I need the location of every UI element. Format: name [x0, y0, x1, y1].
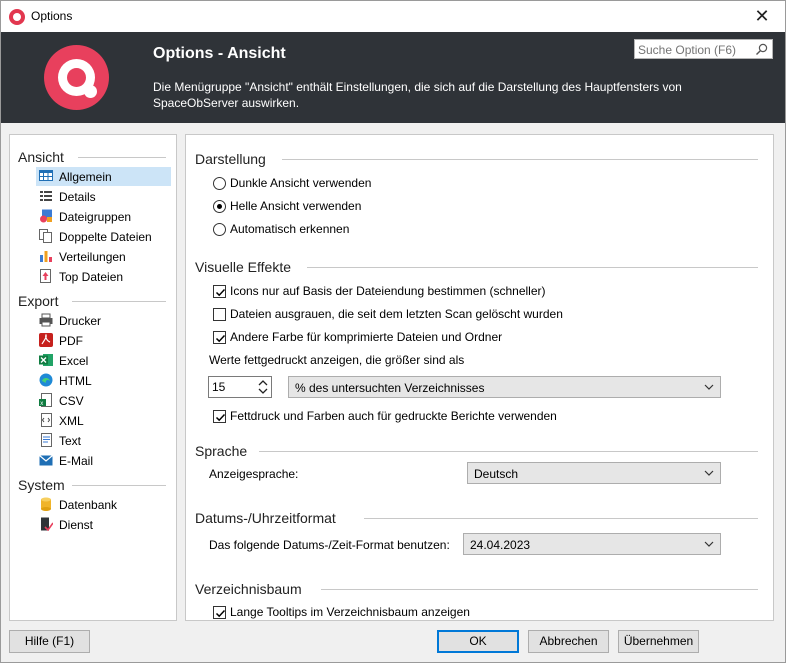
service-icon: [41, 517, 53, 531]
nav-item-xml[interactable]: XML: [36, 411, 171, 430]
date-format-label: Das folgende Datums-/Zeit-Format benutze…: [209, 538, 450, 552]
radio-button-selected[interactable]: [213, 200, 226, 213]
nav-item-details[interactable]: Details: [36, 187, 171, 206]
bold-threshold-spinner[interactable]: [208, 376, 272, 398]
nav-item-label: CSV: [59, 394, 84, 408]
csv-icon: x: [39, 393, 52, 407]
dropdown-value: % des untersuchten Verzeichnisses: [295, 381, 485, 395]
checkbox-checked[interactable]: [213, 285, 226, 298]
nav-item-e-mail[interactable]: E-Mail: [36, 451, 171, 470]
spinner-arrows-icon[interactable]: [257, 378, 269, 396]
close-button[interactable]: ✕: [739, 1, 785, 32]
nav-item-label: Doppelte Dateien: [59, 230, 152, 244]
page-title: Options - Ansicht: [153, 45, 286, 62]
nav-item-label: Excel: [59, 354, 89, 368]
nav-item-top-dateien[interactable]: Top Dateien: [36, 267, 171, 286]
nav-item-label: Verteilungen: [59, 250, 126, 264]
nav-item-label: PDF: [59, 334, 83, 348]
search-input[interactable]: [638, 42, 753, 57]
options-content-panel: Darstellung Dunkle Ansicht verwenden Hel…: [185, 134, 774, 621]
html-icon: [39, 373, 53, 387]
nav-item-label: XML: [59, 414, 84, 428]
nav-item-dienst[interactable]: Dienst: [36, 515, 171, 534]
search-icon[interactable]: [755, 43, 768, 56]
nav-item-label: Datenbank: [59, 498, 118, 512]
nav-item-label: Allgemein: [59, 170, 112, 184]
nav-item-doppelte-dateien[interactable]: Doppelte Dateien: [36, 227, 171, 246]
database-icon: [41, 497, 51, 511]
section-darstellung-title: Darstellung: [195, 151, 266, 167]
app-icon: [9, 9, 25, 25]
svg-text:x: x: [40, 401, 43, 407]
general-grid-icon: [39, 170, 53, 181]
cancel-button[interactable]: Abbrechen: [528, 630, 609, 653]
section-datum-title: Datums-/Uhrzeitformat: [195, 510, 336, 526]
language-label: Anzeigesprache:: [209, 467, 299, 481]
nav-item-label: Text: [59, 434, 82, 448]
nav-item-text[interactable]: Text: [36, 431, 171, 450]
top-files-icon: [40, 269, 51, 283]
nav-item-csv[interactable]: x CSV: [36, 391, 171, 410]
page-description: Die Menügruppe "Ansicht" enthält Einstel…: [153, 80, 682, 110]
dropdown-value: Deutsch: [474, 467, 519, 481]
bold-threshold-label: Werte fettgedruckt anzeigen, die größer …: [209, 353, 465, 367]
email-icon: [39, 455, 53, 466]
close-icon: ✕: [754, 6, 770, 26]
chevron-down-icon: [704, 541, 714, 547]
checkbox-checked[interactable]: [213, 331, 226, 344]
nav-item-label: Dateigruppen: [59, 210, 132, 224]
bold-threshold-input[interactable]: [212, 380, 252, 394]
header-banner: Options - Ansicht Die Menügruppe "Ansich…: [1, 32, 785, 123]
excel-icon: [39, 354, 53, 366]
details-list-icon: [40, 191, 52, 201]
radio-button[interactable]: [213, 223, 226, 236]
nav-item-label: Top Dateien: [59, 270, 124, 284]
nav-item-dateigruppen[interactable]: Dateigruppen: [36, 207, 171, 226]
title-bar: Options ✕: [1, 1, 785, 32]
date-format-dropdown[interactable]: 24.04.2023: [463, 533, 721, 555]
section-sprache-title: Sprache: [195, 443, 248, 459]
dropdown-value: 24.04.2023: [470, 538, 531, 552]
nav-group-export: Export: [18, 293, 59, 309]
language-dropdown[interactable]: Deutsch: [467, 462, 721, 484]
section-baum-title: Verzeichnisbaum: [195, 581, 302, 597]
nav-item-label: E-Mail: [59, 454, 94, 468]
nav-item-verteilungen[interactable]: Verteilungen: [36, 247, 171, 266]
pdf-icon: [39, 333, 53, 347]
nav-item-label: HTML: [59, 374, 92, 388]
chevron-down-icon: [704, 384, 714, 390]
help-button[interactable]: Hilfe (F1): [9, 630, 90, 653]
section-effekte-title: Visuelle Effekte: [195, 259, 291, 275]
spaceobserver-logo: [44, 45, 109, 110]
nav-item-excel[interactable]: Excel: [36, 351, 171, 370]
nav-item-allgemein[interactable]: Allgemein: [36, 167, 171, 186]
checkbox-checked[interactable]: [213, 410, 226, 423]
options-dialog: Options ✕ Options - Ansicht Die Menügrup…: [0, 0, 786, 663]
file-groups-icon: [40, 209, 52, 223]
options-navigation: Ansicht Allgemein Details Dateigruppen D…: [9, 134, 177, 621]
nav-item-datenbank[interactable]: Datenbank: [36, 495, 171, 514]
nav-item-drucker[interactable]: Drucker: [36, 311, 171, 330]
checkbox-unchecked[interactable]: [213, 308, 226, 321]
nav-item-html[interactable]: HTML: [36, 371, 171, 390]
radio-button[interactable]: [213, 177, 226, 190]
text-icon: [41, 433, 52, 447]
nav-item-label: Dienst: [59, 518, 94, 532]
window-title: Options: [31, 9, 73, 23]
nav-item-pdf[interactable]: PDF: [36, 331, 171, 350]
ok-button[interactable]: OK: [437, 630, 519, 653]
checkbox-checked[interactable]: [213, 606, 226, 619]
xml-icon: [41, 413, 52, 427]
nav-group-ansicht: Ansicht: [18, 149, 64, 165]
search-option-box[interactable]: [634, 39, 773, 59]
printer-icon: [39, 313, 53, 327]
duplicate-files-icon: [39, 229, 52, 243]
chevron-down-icon: [704, 470, 714, 476]
nav-item-label: Details: [59, 190, 96, 204]
distribution-chart-icon: [40, 251, 52, 262]
nav-group-system: System: [18, 477, 65, 493]
bold-unit-dropdown[interactable]: % des untersuchten Verzeichnisses: [288, 376, 721, 398]
apply-button[interactable]: Übernehmen: [618, 630, 699, 653]
nav-item-label: Drucker: [59, 314, 102, 328]
